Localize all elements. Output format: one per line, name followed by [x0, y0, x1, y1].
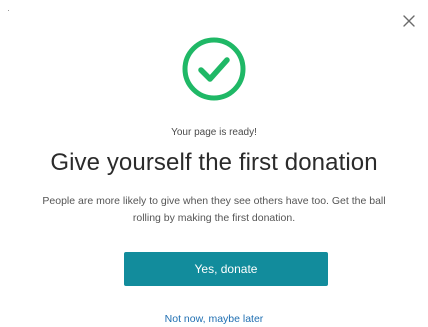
dialog-title: Give yourself the first donation — [50, 149, 378, 176]
close-icon[interactable] — [400, 12, 418, 30]
yes-donate-button[interactable]: Yes, donate — [124, 252, 328, 286]
check-circle-icon — [181, 36, 247, 102]
subtitle: Your page is ready! — [171, 127, 257, 138]
not-now-link[interactable]: Not now, maybe later — [0, 313, 428, 325]
decorative-dot — [8, 10, 9, 11]
donation-dialog: Your page is ready! Give yourself the fi… — [0, 0, 428, 327]
description: People are more likely to give when they… — [42, 195, 386, 224]
